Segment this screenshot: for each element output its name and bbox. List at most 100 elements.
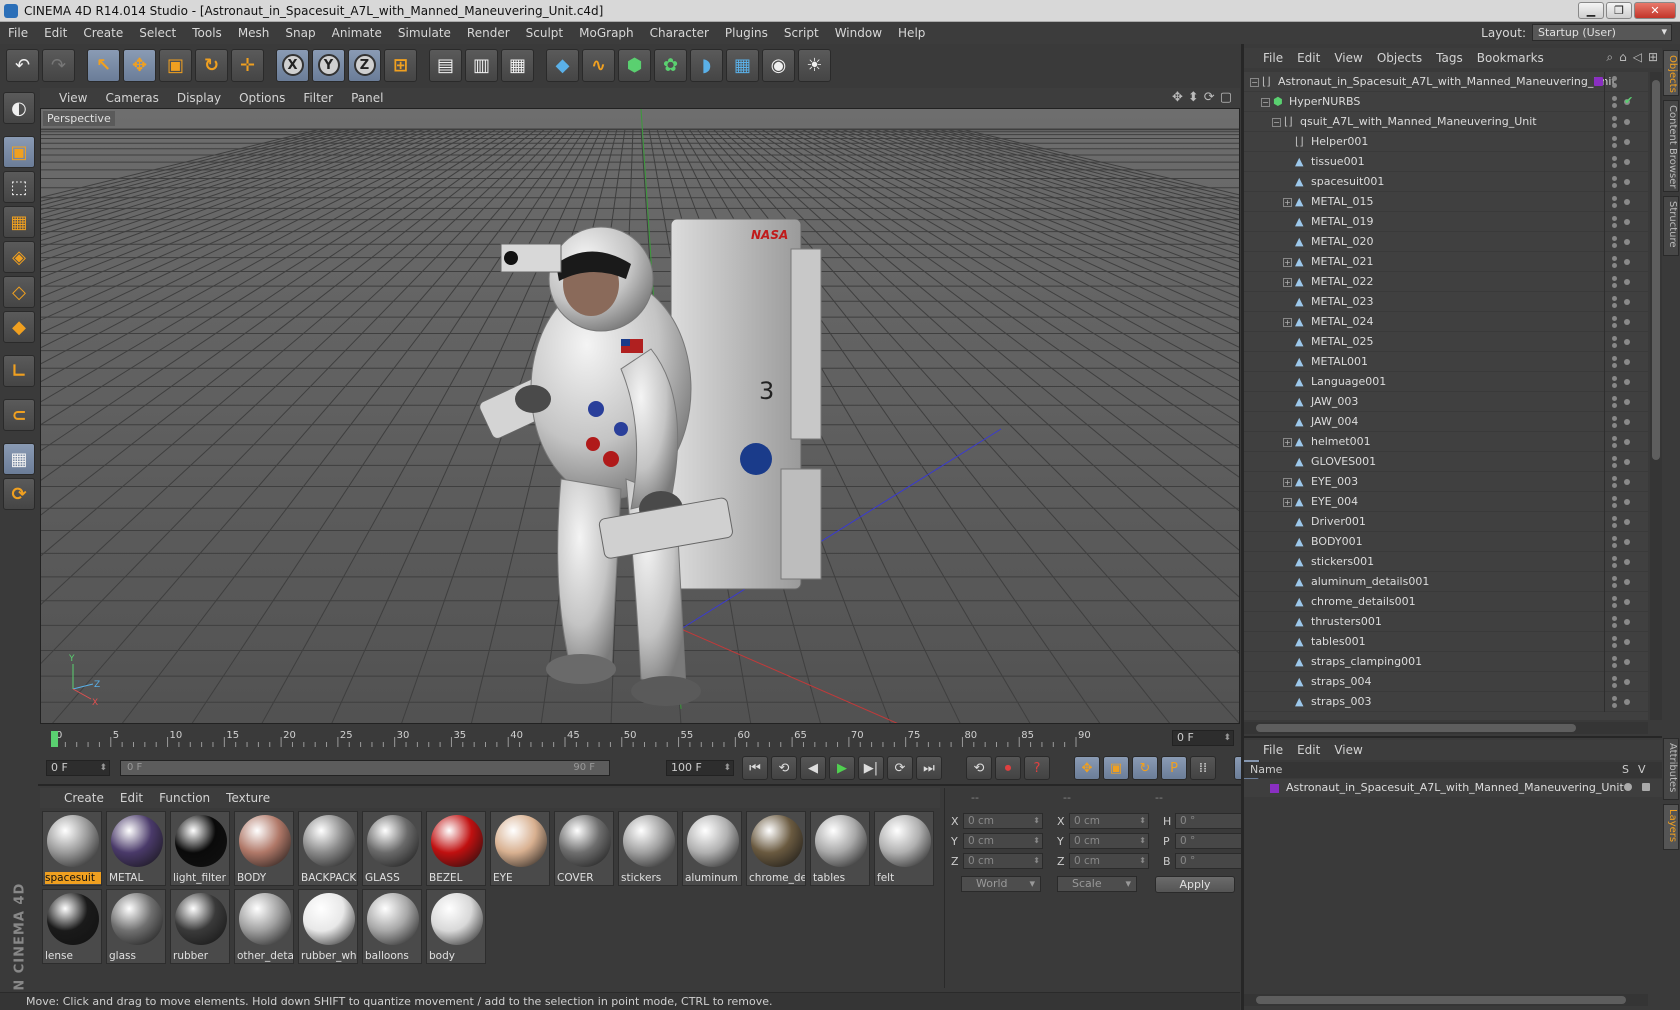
- object-tree-row[interactable]: + ▲ EYE_004: [1244, 492, 1648, 512]
- enable-icon[interactable]: [1624, 179, 1630, 185]
- enable-icon[interactable]: [1624, 519, 1630, 525]
- enable-icon[interactable]: [1624, 339, 1630, 345]
- material-swatch[interactable]: light_filter: [170, 811, 230, 886]
- next-key-button[interactable]: ⟳: [887, 756, 913, 780]
- tree-expander-icon[interactable]: +: [1283, 478, 1292, 487]
- visibility-dots-icon[interactable]: [1612, 136, 1617, 148]
- light-button[interactable]: ☀: [798, 48, 831, 82]
- enable-icon[interactable]: [1624, 559, 1630, 565]
- material-swatch[interactable]: METAL: [106, 811, 166, 886]
- size-y-field[interactable]: 0 cm: [1069, 833, 1149, 849]
- viewport-menu-filter[interactable]: Filter: [294, 91, 342, 105]
- enable-icon[interactable]: [1624, 579, 1630, 585]
- size-x-field[interactable]: 0 cm: [1069, 813, 1149, 829]
- visibility-dots-icon[interactable]: [1612, 576, 1617, 588]
- layer-horizontal-scrollbar[interactable]: [1244, 994, 1648, 1006]
- go-to-start-button[interactable]: ⏮: [742, 756, 768, 780]
- material-swatch[interactable]: BODY: [234, 811, 294, 886]
- objects-menu-tags[interactable]: Tags: [1429, 51, 1470, 65]
- enable-icon[interactable]: [1624, 679, 1630, 685]
- enable-icon[interactable]: [1624, 539, 1630, 545]
- tree-expander-icon[interactable]: +: [1283, 198, 1292, 207]
- make-editable-button[interactable]: ◐: [3, 92, 35, 124]
- objects-menu-bookmarks[interactable]: Bookmarks: [1470, 51, 1551, 65]
- deformer-button[interactable]: ◗: [690, 48, 723, 82]
- end-frame-field[interactable]: 100 F: [666, 760, 734, 776]
- solo-button[interactable]: ⟳: [3, 478, 35, 510]
- apply-button[interactable]: Apply: [1155, 876, 1235, 893]
- object-tree-row[interactable]: + ▲ METAL_021: [1244, 252, 1648, 272]
- object-tree-row[interactable]: ▲ JAW_004: [1244, 412, 1648, 432]
- next-frame-button[interactable]: ▶|: [858, 756, 884, 780]
- material-swatch[interactable]: spacesuit: [42, 811, 102, 886]
- visibility-dots-icon[interactable]: [1612, 656, 1617, 668]
- visibility-dots-icon[interactable]: [1612, 556, 1617, 568]
- tree-expander-icon[interactable]: +: [1283, 498, 1292, 507]
- visibility-dots-icon[interactable]: [1612, 296, 1617, 308]
- object-tree-row[interactable]: − ⬢ HyperNURBS ✔: [1244, 92, 1648, 112]
- orbit-icon[interactable]: ⟳: [1204, 90, 1215, 105]
- object-tree-row[interactable]: ▲ METAL_019: [1244, 212, 1648, 232]
- object-tree-row[interactable]: ▲ Language001: [1244, 372, 1648, 392]
- visibility-dots-icon[interactable]: [1612, 96, 1617, 108]
- spline-button[interactable]: ∿: [582, 48, 615, 82]
- previous-frame-button[interactable]: ◀: [800, 756, 826, 780]
- tree-expander-icon[interactable]: +: [1283, 278, 1292, 287]
- enable-icon[interactable]: [1624, 439, 1630, 445]
- material-swatch[interactable]: EYE: [490, 811, 550, 886]
- rotate-tool-button[interactable]: ↻: [195, 48, 228, 82]
- menu-sculpt[interactable]: Sculpt: [518, 26, 571, 40]
- material-menu-function[interactable]: Function: [151, 791, 218, 805]
- layer-solo-icon[interactable]: [1624, 783, 1632, 791]
- object-tree-row[interactable]: ▲ spacesuit001: [1244, 172, 1648, 192]
- record-parameter-button[interactable]: P: [1161, 756, 1187, 780]
- object-tree-row[interactable]: − ⌊⌋ qsuit_A7L_with_Manned_Maneuvering_Uni…: [1244, 112, 1648, 132]
- scene-button[interactable]: ▦: [726, 48, 759, 82]
- object-tree-row[interactable]: ▲ GLOVES001: [1244, 452, 1648, 472]
- material-swatch[interactable]: stickers: [618, 811, 678, 886]
- size-z-field[interactable]: 0 cm: [1069, 853, 1149, 869]
- object-tree-row[interactable]: ▲ METAL_023: [1244, 292, 1648, 312]
- coordinate-system-button[interactable]: ⊞: [384, 48, 417, 82]
- object-tree-row[interactable]: ▲ straps_003: [1244, 692, 1648, 712]
- enable-icon[interactable]: [1624, 499, 1630, 505]
- object-tree-row[interactable]: ▲ thrusters001: [1244, 612, 1648, 632]
- workplane-mode-button[interactable]: ▦: [3, 206, 35, 238]
- objects-menu-objects[interactable]: Objects: [1370, 51, 1429, 65]
- material-swatch[interactable]: glass: [106, 889, 166, 964]
- scale-tool-button[interactable]: ▣: [159, 48, 192, 82]
- menu-animate[interactable]: Animate: [324, 26, 390, 40]
- material-swatch[interactable]: COVER: [554, 811, 614, 886]
- object-tree-row[interactable]: ▲ chrome_details001: [1244, 592, 1648, 612]
- material-swatch[interactable]: balloons: [362, 889, 422, 964]
- object-tree-row[interactable]: ▲ straps_clamping001: [1244, 652, 1648, 672]
- enable-icon[interactable]: [1624, 279, 1630, 285]
- visibility-dots-icon[interactable]: [1612, 696, 1617, 708]
- x-axis-button[interactable]: X: [276, 48, 309, 82]
- pan-icon[interactable]: ✥: [1172, 90, 1183, 105]
- points-mode-button[interactable]: ◈: [3, 241, 35, 273]
- object-tree-row[interactable]: + ▲ helmet001: [1244, 432, 1648, 452]
- add-object-button[interactable]: ✛: [231, 48, 264, 82]
- visibility-dots-icon[interactable]: [1612, 636, 1617, 648]
- live-selection-button[interactable]: ↖: [87, 48, 120, 82]
- enable-icon[interactable]: [1624, 599, 1630, 605]
- visibility-dots-icon[interactable]: [1612, 496, 1617, 508]
- new-manager-icon[interactable]: ⊞: [1648, 50, 1658, 65]
- viewport-menu-options[interactable]: Options: [230, 91, 294, 105]
- visibility-dots-icon[interactable]: [1612, 76, 1617, 88]
- nurbs-button[interactable]: ⬢: [618, 48, 651, 82]
- polygons-mode-button[interactable]: ◆: [3, 311, 35, 343]
- visibility-dots-icon[interactable]: [1612, 396, 1617, 408]
- maximize-button[interactable]: ❐: [1606, 2, 1632, 19]
- keyframe-selection-button[interactable]: ?: [1024, 756, 1050, 780]
- enable-icon[interactable]: [1624, 379, 1630, 385]
- viewport-menu-view[interactable]: View: [50, 91, 96, 105]
- enable-icon[interactable]: [1624, 299, 1630, 305]
- visibility-dots-icon[interactable]: [1612, 536, 1617, 548]
- menu-edit[interactable]: Edit: [36, 26, 75, 40]
- enable-icon[interactable]: [1624, 259, 1630, 265]
- material-swatch[interactable]: BEZEL: [426, 811, 486, 886]
- menu-create[interactable]: Create: [75, 26, 131, 40]
- visibility-dots-icon[interactable]: [1612, 256, 1617, 268]
